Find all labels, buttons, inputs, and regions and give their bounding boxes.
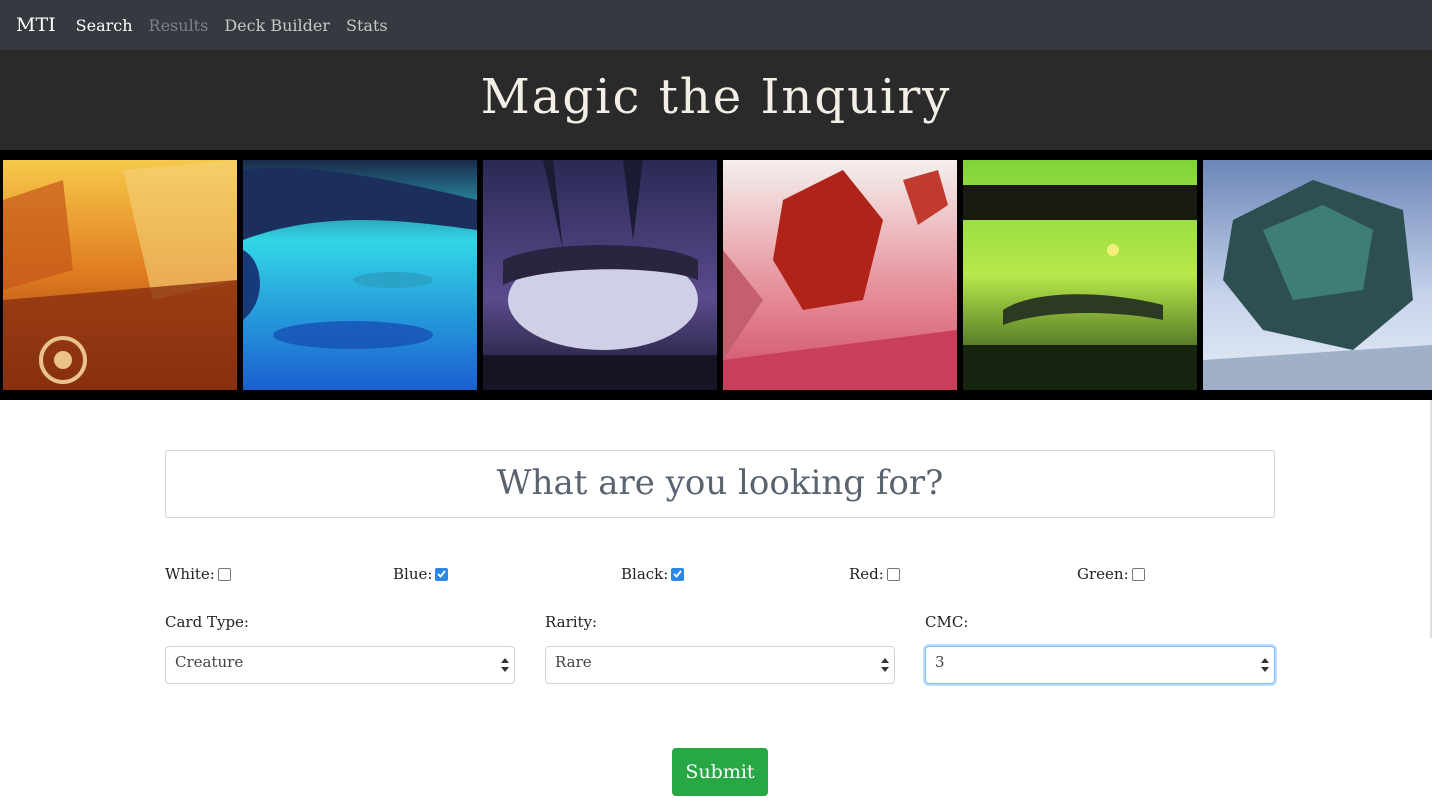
cmc-select[interactable]: 3 bbox=[925, 646, 1275, 684]
color-black: Black: bbox=[621, 565, 685, 583]
site-title: Magic the Inquiry bbox=[480, 69, 952, 125]
red-checkbox[interactable] bbox=[886, 567, 900, 581]
nav-deck-builder[interactable]: Deck Builder bbox=[224, 16, 330, 35]
color-red-label: Red: bbox=[849, 565, 884, 583]
banner-strip bbox=[0, 150, 1432, 400]
rarity-select[interactable]: Rare bbox=[545, 646, 895, 684]
plains-art bbox=[3, 160, 237, 390]
color-white: White: bbox=[165, 565, 231, 583]
color-white-label: White: bbox=[165, 565, 215, 583]
select-arrows-icon bbox=[881, 658, 889, 672]
select-arrows-icon bbox=[501, 658, 509, 672]
brand-link[interactable]: MTI bbox=[16, 14, 56, 36]
cmc-value: 3 bbox=[935, 653, 945, 671]
navbar: MTI Search Results Deck Builder Stats bbox=[0, 0, 1432, 50]
mountain-art bbox=[723, 160, 957, 390]
color-black-label: Black: bbox=[621, 565, 669, 583]
submit-button[interactable]: Submit bbox=[672, 748, 768, 796]
color-blue-label: Blue: bbox=[393, 565, 433, 583]
rarity-label: Rarity: bbox=[545, 613, 598, 631]
select-arrows-icon bbox=[1261, 658, 1269, 672]
white-checkbox[interactable] bbox=[217, 567, 231, 581]
card-type-label: Card Type: bbox=[165, 613, 249, 631]
wastes-art bbox=[1203, 160, 1432, 390]
card-type-select[interactable]: Creature bbox=[165, 646, 515, 684]
color-green: Green: bbox=[1077, 565, 1145, 583]
card-type-value: Creature bbox=[175, 653, 244, 671]
nav-search[interactable]: Search bbox=[76, 16, 133, 35]
green-checkbox[interactable] bbox=[1131, 567, 1145, 581]
color-filter-row: White: Blue: Black: Red: Green: bbox=[0, 565, 1432, 587]
color-red: Red: bbox=[849, 565, 900, 583]
search-input[interactable]: What are you looking for? bbox=[165, 450, 1275, 518]
rarity-value: Rare bbox=[555, 653, 592, 671]
blue-checkbox[interactable] bbox=[435, 567, 449, 581]
cmc-label: CMC: bbox=[925, 613, 969, 631]
island-art bbox=[243, 160, 477, 390]
title-band: Magic the Inquiry bbox=[0, 50, 1432, 150]
nav-results: Results bbox=[148, 15, 209, 35]
nav-stats[interactable]: Stats bbox=[346, 16, 388, 35]
black-checkbox[interactable] bbox=[671, 567, 685, 581]
check-icon bbox=[673, 570, 683, 578]
swamp-art bbox=[483, 160, 717, 390]
forest-art bbox=[963, 160, 1197, 390]
color-green-label: Green: bbox=[1077, 565, 1129, 583]
check-icon bbox=[437, 570, 447, 578]
color-blue: Blue: bbox=[393, 565, 449, 583]
